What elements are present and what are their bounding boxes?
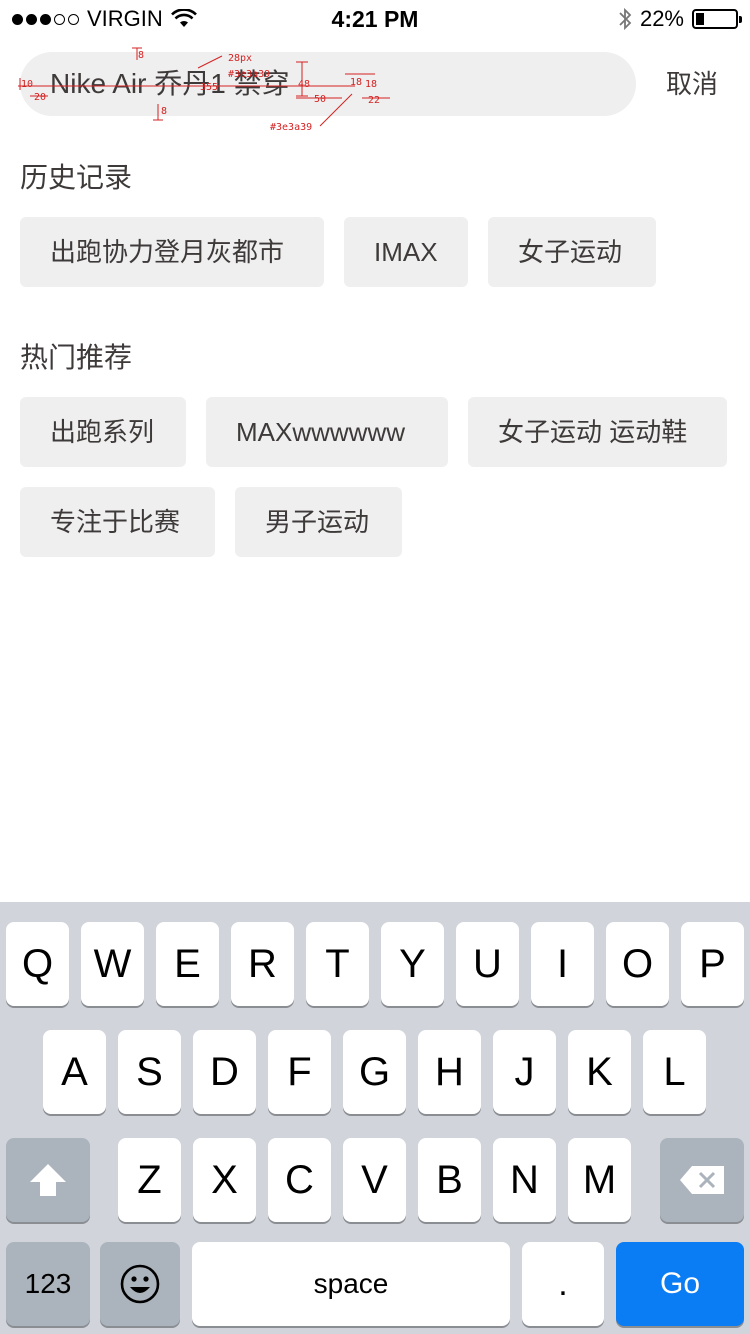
annotation-label: 20 (34, 92, 46, 103)
history-tag[interactable]: 女子运动 (488, 217, 656, 287)
hot-tag[interactable]: MAXwwwwww (206, 397, 448, 467)
annotation-label: 8 (161, 106, 167, 117)
key-z[interactable]: Z (118, 1138, 181, 1222)
annotation-label: 355 (200, 82, 218, 93)
status-bar: VIRGIN 4:21 PM 22% (0, 0, 750, 40)
design-annotation-overlay: 8 28px #3e3a39 10 20 355 48 18 18 50 22 … (18, 47, 390, 133)
emoji-key[interactable] (100, 1242, 180, 1326)
annotation-label: 18 (365, 79, 377, 90)
key-u[interactable]: U (456, 922, 519, 1006)
battery-icon (692, 9, 742, 29)
annotation-label: #3e3a39 (228, 69, 270, 80)
backspace-icon (680, 1166, 724, 1194)
cancel-button[interactable]: 取消 (666, 52, 718, 116)
annotation-label: 50 (314, 94, 326, 105)
key-x[interactable]: X (193, 1138, 256, 1222)
key-n[interactable]: N (493, 1138, 556, 1222)
key-e[interactable]: E (156, 922, 219, 1006)
annotation-label: 10 (21, 79, 33, 90)
hot-title: 热门推荐 (20, 342, 133, 373)
annotation-label: #3e3a39 (270, 122, 312, 133)
key-o[interactable]: O (606, 922, 669, 1006)
key-h[interactable]: H (418, 1030, 481, 1114)
key-j[interactable]: J (493, 1030, 556, 1114)
key-s[interactable]: S (118, 1030, 181, 1114)
key-g[interactable]: G (343, 1030, 406, 1114)
annotation-label: 28px (228, 53, 252, 64)
space-key[interactable]: space (192, 1242, 510, 1326)
key-c[interactable]: C (268, 1138, 331, 1222)
key-q[interactable]: Q (6, 922, 69, 1006)
key-f[interactable]: F (268, 1030, 331, 1114)
shift-key[interactable] (6, 1138, 90, 1222)
annotation-label: 48 (298, 79, 310, 90)
history-title: 历史记录 (20, 162, 133, 193)
key-v[interactable]: V (343, 1138, 406, 1222)
battery-fill (696, 13, 704, 25)
shift-arrow-icon (30, 1164, 66, 1196)
hot-tag[interactable]: 女子运动 运动鞋 (468, 397, 727, 467)
key-d[interactable]: D (193, 1030, 256, 1114)
bluetooth-icon (619, 7, 632, 31)
battery-percent: 22% (639, 6, 684, 31)
key-l[interactable]: L (643, 1030, 706, 1114)
delete-key[interactable] (660, 1138, 744, 1222)
hot-tag[interactable]: 专注于比赛 (20, 487, 215, 557)
keyboard: QWERTYUIOP ASDFGHJKL ZXCVBNM 123 space .… (0, 902, 750, 1334)
key-k[interactable]: K (568, 1030, 631, 1114)
history-tag[interactable]: 出跑协力登月灰都市 (20, 217, 324, 287)
key-m[interactable]: M (568, 1138, 631, 1222)
key-i[interactable]: I (531, 922, 594, 1006)
key-r[interactable]: R (231, 922, 294, 1006)
go-key[interactable]: Go (616, 1242, 744, 1326)
key-y[interactable]: Y (381, 922, 444, 1006)
key-p[interactable]: P (681, 922, 744, 1006)
annotation-label: 22 (368, 95, 380, 106)
status-right: 22% (618, 6, 742, 32)
period-key[interactable]: . (522, 1242, 604, 1326)
key-w[interactable]: W (81, 922, 144, 1006)
emoji-icon (120, 1264, 160, 1304)
hot-tag[interactable]: 出跑系列 (20, 397, 186, 467)
numbers-key[interactable]: 123 (6, 1242, 90, 1326)
hot-tag[interactable]: 男子运动 (235, 487, 402, 557)
key-b[interactable]: B (418, 1138, 481, 1222)
key-a[interactable]: A (43, 1030, 106, 1114)
annotation-label: 18 (350, 77, 362, 88)
key-t[interactable]: T (306, 922, 369, 1006)
history-tag[interactable]: IMAX (344, 217, 468, 287)
annotation-label: 8 (138, 50, 144, 61)
